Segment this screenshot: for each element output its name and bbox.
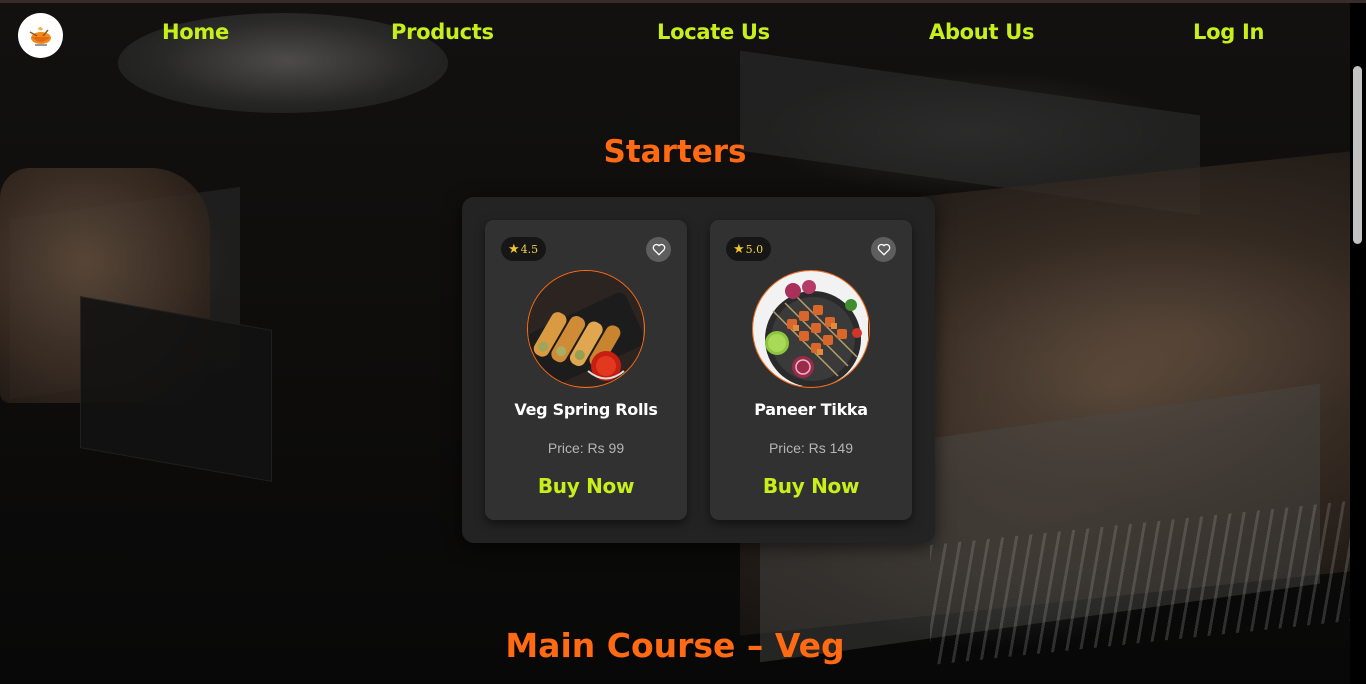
favorite-button[interactable] — [646, 237, 671, 262]
rating-badge: ★ 5.0 — [726, 237, 772, 261]
dish-name: Veg Spring Rolls — [514, 400, 658, 419]
nav-products-link[interactable]: Products — [391, 20, 494, 44]
paneer-tikka-illustration — [753, 271, 868, 387]
nav-locate-us-link[interactable]: Locate Us — [657, 20, 770, 44]
nav-log-in-link[interactable]: Log In — [1193, 20, 1264, 44]
product-card: ★ 4.5 Veg Spring Rolls Price: Rs 99 Buy … — [485, 220, 687, 520]
favorite-button[interactable] — [871, 237, 896, 262]
star-icon: ★ — [733, 241, 745, 257]
bg-signboard — [80, 296, 272, 482]
dish-price: Price: Rs 99 — [547, 440, 625, 456]
product-card: ★ 5.0 Paneer Tikka Price: Rs 149 Buy Now — [710, 220, 912, 520]
logo-bowl-icon — [29, 26, 51, 46]
buy-now-button[interactable]: Buy Now — [485, 474, 687, 498]
dish-price: Price: Rs 149 — [768, 440, 854, 456]
spring-rolls-image — [527, 270, 645, 388]
heart-icon — [652, 243, 665, 256]
restaurant-logo-icon[interactable] — [18, 13, 63, 58]
nav-home-link[interactable]: Home — [162, 20, 229, 44]
star-icon: ★ — [508, 241, 520, 257]
section-title-starters: Starters — [603, 134, 747, 170]
paneer-tikka-image — [752, 270, 870, 388]
page-scrollbar[interactable] — [1350, 3, 1366, 684]
buy-now-button[interactable]: Buy Now — [710, 474, 912, 498]
scrollbar-thumb[interactable] — [1353, 66, 1362, 244]
rating-badge: ★ 4.5 — [501, 237, 547, 261]
rating-value: 5.0 — [745, 242, 764, 256]
section-title-main-course-veg: Main Course – Veg — [505, 626, 845, 665]
starters-menu-panel: ★ 4.5 Veg Spring Rolls Price: Rs 99 Buy … — [462, 197, 935, 543]
top-nav: Home Products Locate Us About Us Log In — [0, 3, 1366, 65]
nav-about-us-link[interactable]: About Us — [929, 20, 1034, 44]
rating-value: 4.5 — [520, 242, 539, 256]
dish-name: Paneer Tikka — [754, 400, 868, 419]
heart-icon — [877, 243, 890, 256]
spring-rolls-illustration — [528, 271, 644, 386]
